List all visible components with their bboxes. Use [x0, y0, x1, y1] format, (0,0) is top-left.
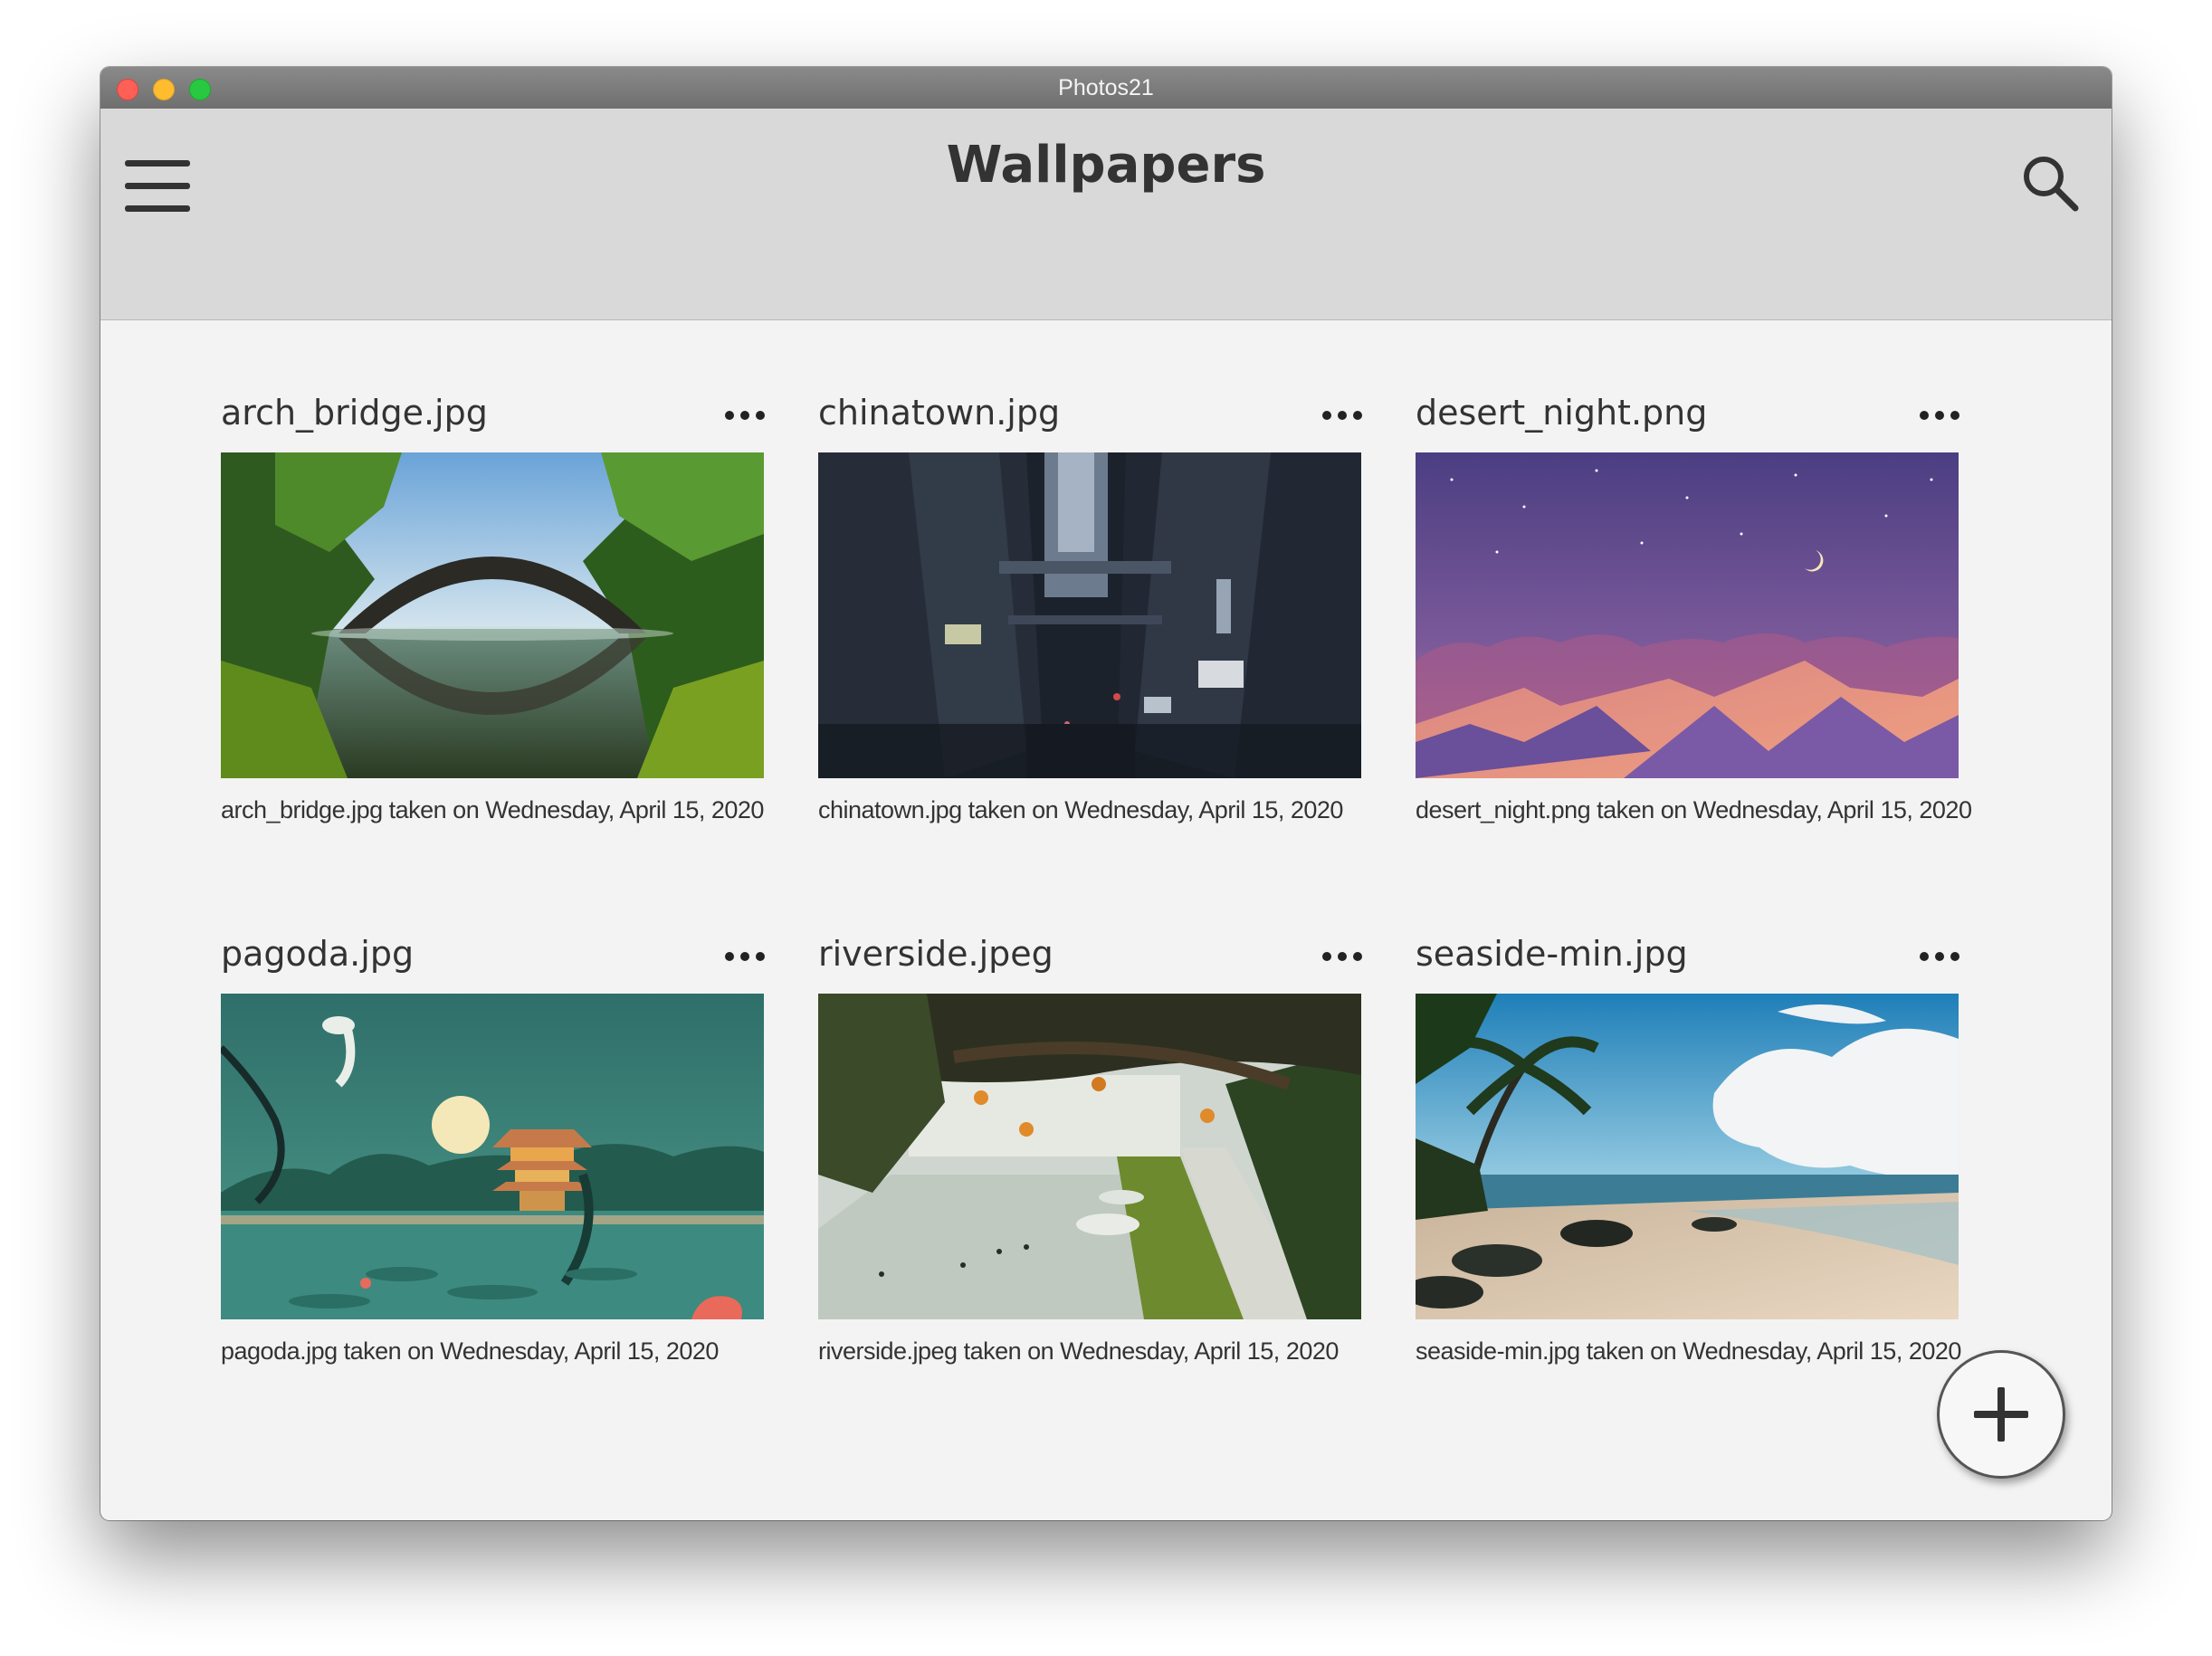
photo-caption: seaside-min.jpg taken on Wednesday, Apri… — [1416, 1337, 1961, 1365]
photo-caption: riverside.jpeg taken on Wednesday, April… — [818, 1337, 1339, 1365]
search-icon[interactable] — [2021, 154, 2079, 212]
photo-thumbnail[interactable] — [221, 452, 764, 778]
photo-filename: arch_bridge.jpg — [221, 393, 488, 433]
photo-caption: desert_night.png taken on Wednesday, Apr… — [1416, 796, 1972, 823]
more-options-icon[interactable] — [724, 404, 766, 427]
photo-filename: chinatown.jpg — [818, 393, 1061, 433]
photo-caption: arch_bridge.jpg taken on Wednesday, Apri… — [221, 796, 764, 823]
more-options-icon[interactable] — [1321, 404, 1363, 427]
photo-thumbnail[interactable] — [1416, 452, 1959, 778]
photo-card[interactable]: arch_bridge.jpg arch_bridge.jpg taken on… — [221, 393, 766, 823]
more-options-icon[interactable] — [1919, 945, 1960, 968]
photo-card[interactable]: chinatown.jpg chinatown.jpg taken on Wed… — [818, 393, 1363, 823]
photo-caption: pagoda.jpg taken on Wednesday, April 15,… — [221, 1337, 719, 1365]
photo-thumbnail[interactable] — [818, 452, 1361, 778]
window-title: Photos21 — [1058, 75, 1154, 100]
page-title: Wallpapers — [946, 136, 1266, 195]
photo-thumbnail[interactable] — [818, 994, 1361, 1319]
app-bar: Wallpapers — [100, 109, 2112, 320]
photo-filename: desert_night.png — [1416, 393, 1708, 433]
add-photo-button[interactable] — [1937, 1350, 2065, 1479]
more-options-icon[interactable] — [1321, 945, 1363, 968]
photo-filename: riverside.jpeg — [818, 934, 1054, 974]
more-options-icon[interactable] — [724, 945, 766, 968]
photo-card[interactable]: riverside.jpeg riverside.jpeg taken on W… — [818, 934, 1363, 1365]
photo-caption: chinatown.jpg taken on Wednesday, April … — [818, 796, 1343, 823]
photo-thumbnail[interactable] — [1416, 994, 1959, 1319]
photo-card[interactable]: pagoda.jpg pagoda.jpg taken on Wednesday… — [221, 934, 766, 1365]
photo-filename: seaside-min.jpg — [1416, 934, 1688, 974]
photo-thumbnail[interactable] — [221, 994, 764, 1319]
photo-card[interactable]: seaside-min.jpg seaside-min.jpg taken on… — [1416, 934, 1961, 1365]
hamburger-menu-icon[interactable] — [125, 160, 190, 213]
app-window: Photos21 Wallpapers arch_bridge.jpg arch… — [100, 67, 2112, 1520]
photo-filename: pagoda.jpg — [221, 934, 415, 974]
photo-card[interactable]: desert_night.png desert_night.png taken … — [1416, 393, 1972, 823]
title-bar[interactable]: Photos21 — [100, 67, 2112, 109]
more-options-icon[interactable] — [1919, 404, 1960, 427]
